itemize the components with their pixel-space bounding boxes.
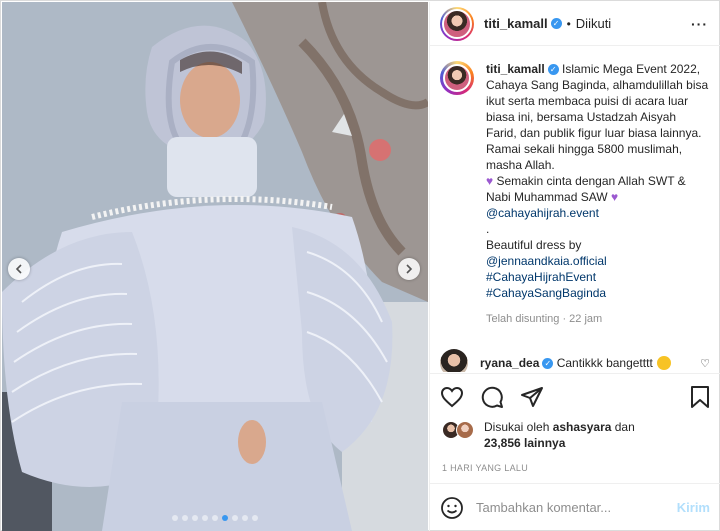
verified-badge-icon: ✓ xyxy=(547,64,559,75)
post-actions xyxy=(430,373,720,419)
post-caption: titi_kamall ✓ Islamic Mega Event 2022, Ca… xyxy=(440,61,710,327)
verified-badge-icon: ✓ xyxy=(550,18,562,29)
liker-avatars xyxy=(442,421,478,441)
commenter-username[interactable]: ryana_dea xyxy=(480,356,539,370)
carousel-dot xyxy=(172,515,178,521)
follow-status-button[interactable]: Diikuti xyxy=(576,16,611,31)
instagram-post-modal: titi_kamall ✓ • Diikuti ··· titi_kamall ✓… xyxy=(0,0,720,531)
likes-prefix: Disukai oleh xyxy=(484,420,553,434)
caption-text-2: Semakin cinta dengan Allah SWT & Nabi Mu… xyxy=(486,174,686,204)
comment-icon[interactable] xyxy=(480,385,504,409)
mention-link[interactable]: @cahayahijrah.event xyxy=(486,206,599,220)
purple-heart-icon: ♥ xyxy=(610,190,619,204)
post-comment-button[interactable]: Kirim xyxy=(677,500,710,515)
likes-count[interactable]: 23,856 lainnya xyxy=(484,436,565,450)
carousel-dot xyxy=(192,515,198,521)
photo-illustration xyxy=(2,2,428,531)
post-date[interactable]: 1 HARI YANG LALU xyxy=(442,463,528,473)
liker-username[interactable]: ashasyara xyxy=(553,420,612,434)
chevron-left-icon xyxy=(15,264,22,274)
share-send-icon[interactable] xyxy=(520,385,544,409)
author-avatar[interactable] xyxy=(440,6,474,41)
comment-like-icon[interactable]: ♡ xyxy=(700,357,710,370)
likes-summary: Disukai oleh ashasyara dan 23,856 lainny… xyxy=(442,419,712,451)
carousel-dot xyxy=(202,515,208,521)
carousel-dot xyxy=(232,515,238,521)
bookmark-icon[interactable] xyxy=(690,385,710,409)
add-comment-bar: Kirim xyxy=(430,483,720,531)
like-heart-icon[interactable] xyxy=(440,385,464,409)
likes-mid: dan xyxy=(611,420,635,434)
comment-input[interactable] xyxy=(476,500,676,515)
author-username[interactable]: titi_kamall xyxy=(484,16,548,31)
comment-text: Cantikkk bangetttt xyxy=(556,356,653,370)
commenter-avatar[interactable] xyxy=(440,349,468,372)
separator: • xyxy=(566,16,571,31)
emoji-smiley-icon[interactable] xyxy=(440,496,464,520)
caption-dot: . xyxy=(486,222,490,236)
next-slide-button[interactable] xyxy=(398,258,420,280)
post-header: titi_kamall ✓ • Diikuti ··· xyxy=(430,2,720,46)
caption-avatar[interactable] xyxy=(440,61,474,95)
comment-item: ryana_dea ✓ Cantikkk bangetttt ♡ xyxy=(440,349,710,372)
carousel-indicator xyxy=(2,515,428,521)
hashtag-link[interactable]: #CahayaHijrahEvent xyxy=(486,270,596,284)
caption-meta: Telah disunting · 22 jam xyxy=(486,313,603,325)
carousel-dot xyxy=(242,515,248,521)
caption-text: Islamic Mega Event 2022, Cahaya Sang Bag… xyxy=(486,62,709,172)
carousel-dot xyxy=(212,515,218,521)
caption-text-3: Beautiful dress by xyxy=(486,238,582,252)
hashtag-link[interactable]: #CahayaSangBaginda xyxy=(486,286,606,300)
caption-username[interactable]: titi_kamall xyxy=(486,62,545,76)
comments-section[interactable]: titi_kamall ✓ Islamic Mega Event 2022, Ca… xyxy=(430,47,720,372)
previous-slide-button[interactable] xyxy=(8,258,30,280)
chevron-right-icon xyxy=(406,264,413,274)
heart-eyes-emoji-icon xyxy=(656,356,671,370)
post-photo[interactable] xyxy=(2,2,428,531)
post-sidebar: titi_kamall ✓ • Diikuti ··· titi_kamall ✓… xyxy=(429,2,720,531)
carousel-dot xyxy=(182,515,188,521)
carousel-dot xyxy=(252,515,258,521)
verified-badge-icon: ✓ xyxy=(542,358,554,369)
carousel-dot xyxy=(222,515,228,521)
more-horizontal-icon[interactable]: ··· xyxy=(691,16,708,32)
mention-link[interactable]: @jennaandkaia.official xyxy=(486,254,607,268)
